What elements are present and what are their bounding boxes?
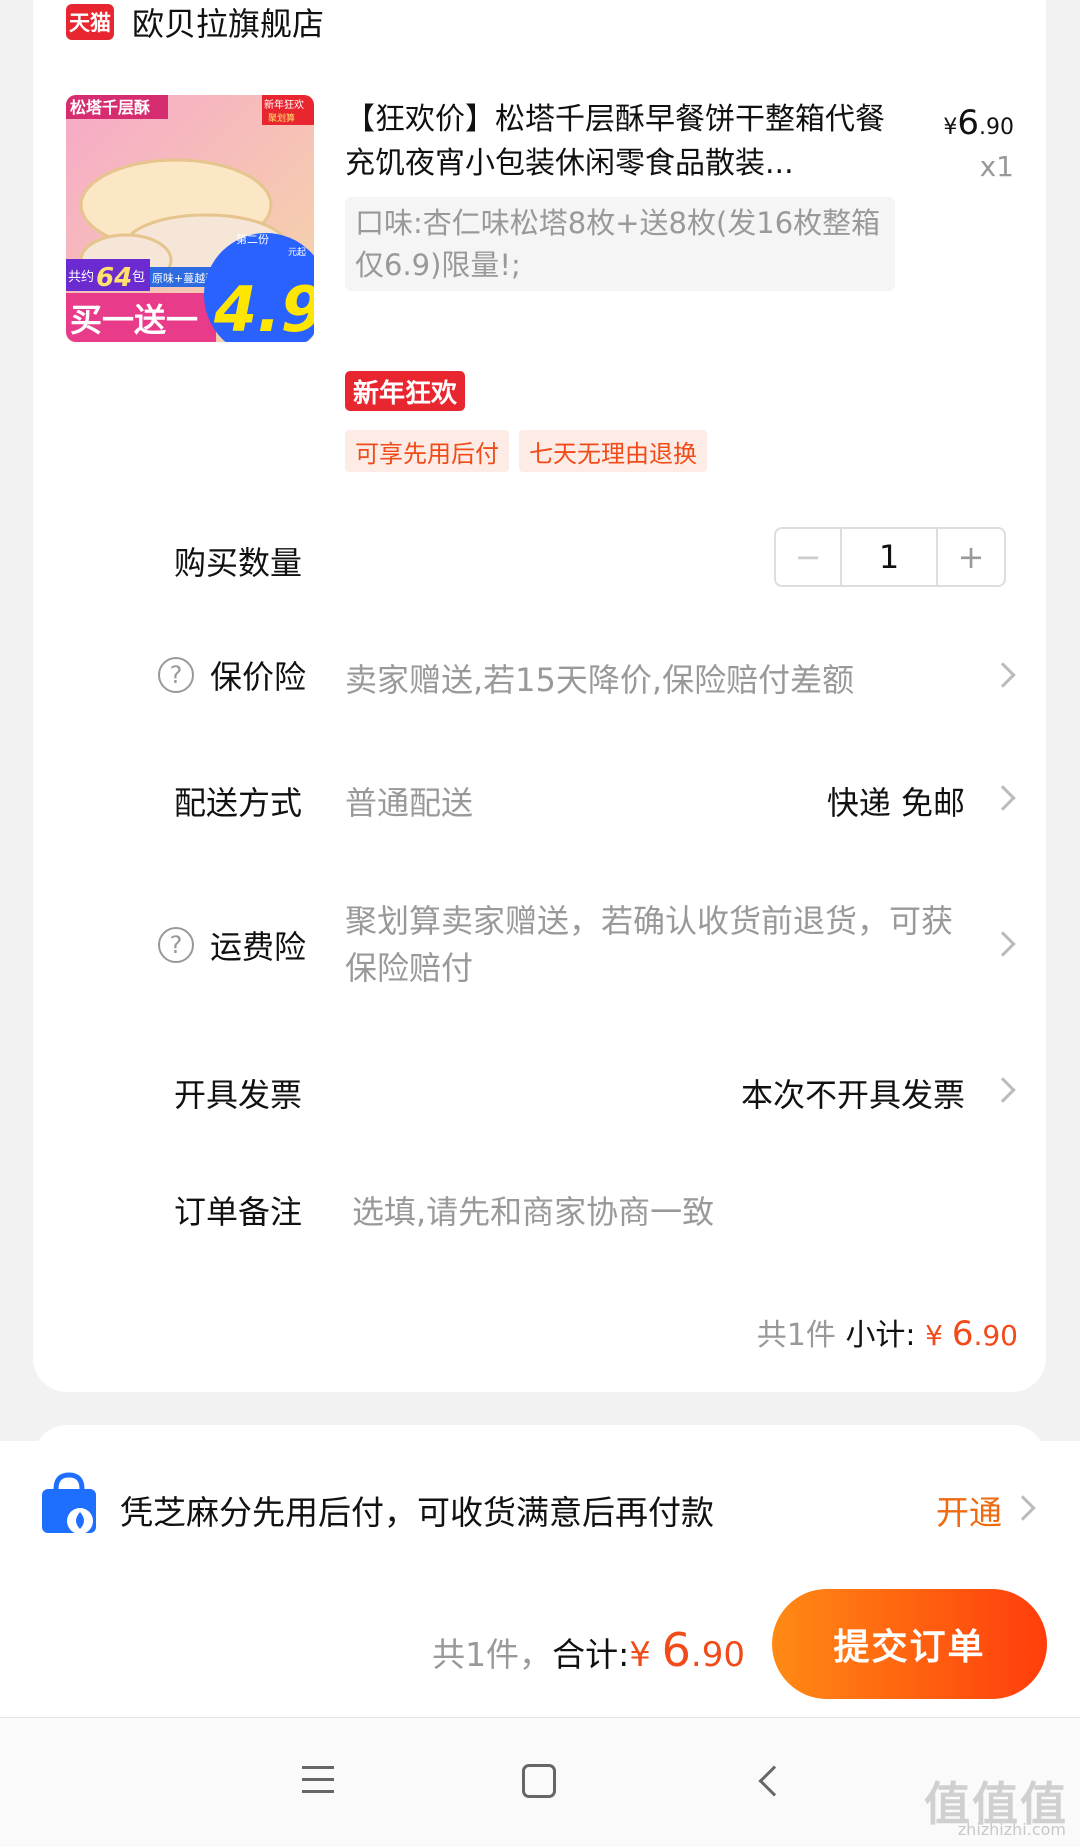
product-quantity-label: x1 (979, 150, 1014, 183)
subtotal-symbol: ¥ (925, 1319, 943, 1352)
nav-back-icon[interactable] (758, 1765, 790, 1797)
help-icon[interactable]: ? (158, 657, 194, 693)
product-title[interactable]: 【狂欢价】松塔千层酥早餐饼干整箱代餐充饥夜宵小包装休闲零食品散装... (345, 98, 895, 186)
quantity-stepper[interactable]: − 1 + (774, 527, 1006, 587)
credit-pay-later-text: 凭芝麻分先用后付，可收货满意后再付款 (120, 1493, 714, 1532)
watermark-url: zhizhizhi.com (957, 1820, 1066, 1839)
delivery-value[interactable]: 普通配送 (345, 778, 473, 824)
product-thumbnail[interactable]: 松塔千层酥 新年狂欢 聚划算 共约 64 包 原味+蔓越莓味 买一送一 第二份 … (66, 95, 314, 342)
submit-order-button[interactable]: 提交订单 (772, 1589, 1047, 1699)
order-note-input[interactable]: 选填,请先和商家协商一致 (352, 1187, 714, 1233)
system-nav-bar: 值值值 zhizhizhi.com (0, 1717, 1080, 1847)
invoice-label: 开具发票 (174, 1076, 303, 1114)
store-header[interactable]: 天猫 欧贝拉旗舰店 (66, 0, 324, 44)
help-icon[interactable]: ? (158, 927, 194, 963)
subtotal-integer: 6 (951, 1314, 974, 1354)
nav-menu-icon[interactable] (302, 1766, 334, 1794)
product-spec[interactable]: 口味:杏仁味松塔8枚+送8枚(发16枚整箱仅6.9)限量!; (345, 197, 895, 291)
total-count: 共1件， (432, 1635, 553, 1674)
product-image: 松塔千层酥 新年狂欢 聚划算 共约 64 包 原味+蔓越莓味 买一送一 第二份 … (66, 95, 314, 342)
promo-tag: 新年狂欢 (345, 371, 466, 411)
order-total: 共1件， 合计: ¥ 6.90 (432, 1623, 745, 1677)
store-name[interactable]: 欧贝拉旗舰店 (132, 0, 324, 45)
tmall-badge: 天猫 (66, 4, 114, 40)
subtotal-amount: ¥ 6.90 (925, 1314, 1018, 1354)
price-insurance-label: 保价险 (210, 658, 307, 696)
image-label-big-price: 4.9 (213, 273, 314, 342)
quantity-increase-button[interactable]: + (938, 529, 1004, 585)
subtotal-count: 共1件 (756, 1318, 836, 1353)
freight-insurance-value[interactable]: 聚划算卖家赠送，若确认收货前退货，可获保险赔付 (345, 898, 975, 992)
freight-insurance-label-group[interactable]: ? 运费险 (158, 922, 306, 968)
subtotal-label: 小计: (845, 1318, 916, 1353)
total-integer: 6 (661, 1623, 691, 1677)
product-price: ¥6.90 (943, 103, 1014, 143)
image-label-deal: 买一送一 (70, 301, 198, 339)
order-note-label: 订单备注 (174, 1193, 303, 1231)
price-insurance-value[interactable]: 卖家赠送,若15天降价,保险赔付差额 (345, 655, 854, 701)
quantity-value[interactable]: 1 (842, 529, 938, 585)
delivery-right[interactable]: 快递 免邮 (827, 778, 965, 824)
subtotal-decimal: .90 (973, 1319, 1018, 1352)
image-label-count: 共约 (68, 270, 94, 285)
price-insurance-label-group[interactable]: ? 保价险 (158, 652, 306, 698)
checkout-panel: 凭芝麻分先用后付，可收货满意后再付款 开通 共1件， 合计: ¥ 6.90 提交… (0, 1441, 1080, 1717)
price-symbol: ¥ (943, 115, 958, 140)
image-label-event: 新年狂欢 (264, 98, 304, 111)
image-label-count-num: 64 (96, 263, 132, 293)
image-label-unit: 元起 (288, 247, 306, 258)
quantity-label: 购买数量 (174, 544, 303, 582)
quantity-decrease-button[interactable]: − (776, 529, 842, 585)
total-label: 合计: (552, 1635, 630, 1674)
subtotal: 共1件 小计: ¥ 6.90 (757, 1310, 1018, 1354)
chevron-right-icon[interactable] (1010, 1495, 1036, 1521)
image-label-name: 松塔千层酥 (70, 98, 150, 117)
image-label-count-unit: 包 (132, 270, 145, 285)
nav-home-icon[interactable] (522, 1764, 556, 1798)
total-decimal: .90 (690, 1635, 745, 1675)
credit-open-link[interactable]: 开通 (936, 1486, 1002, 1534)
image-label-second: 第二份 (236, 232, 269, 246)
shopping-bag-icon (42, 1472, 96, 1534)
total-symbol: ¥ (629, 1635, 651, 1675)
freight-insurance-label: 运费险 (210, 928, 307, 966)
service-tags: 可享先用后付 七天无理由退换 (345, 430, 707, 472)
price-integer: 6 (957, 103, 979, 143)
image-label-event-sub: 聚划算 (268, 112, 295, 124)
delivery-label: 配送方式 (174, 784, 303, 822)
total-amount: ¥ 6.90 (629, 1623, 745, 1677)
service-tag-pay-later: 可享先用后付 (345, 430, 509, 472)
service-tag-seven-day-return: 七天无理由退换 (519, 430, 707, 472)
price-decimal: .90 (979, 115, 1014, 140)
invoice-value[interactable]: 本次不开具发票 (741, 1070, 965, 1116)
